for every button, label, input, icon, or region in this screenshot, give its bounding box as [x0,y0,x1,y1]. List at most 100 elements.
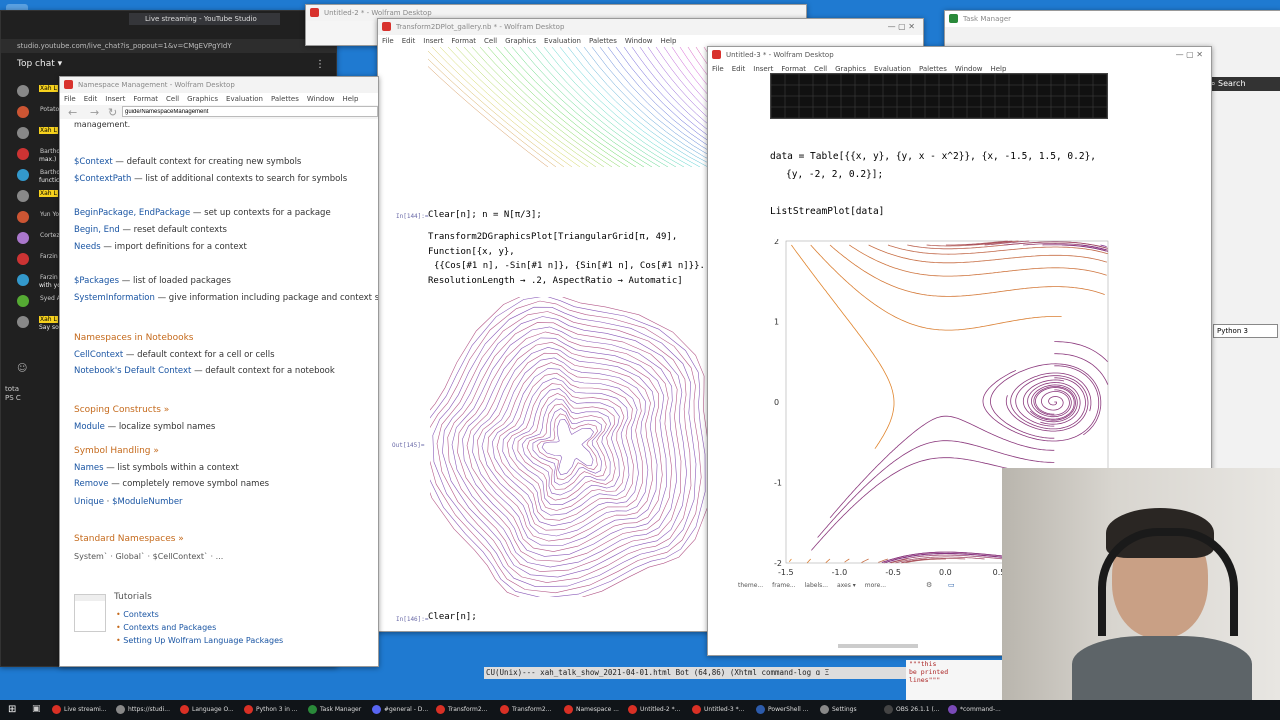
menu-item[interactable]: Format [781,65,806,73]
section-symbol[interactable]: Symbol Handling » [74,446,159,456]
task-view-icon[interactable]: ▣ [32,704,41,714]
tutorial-link[interactable]: Contexts [123,610,159,619]
menu-item[interactable]: Palettes [919,65,947,73]
curve-line [663,47,708,104]
taskbar-item[interactable]: OBS 26.1.1 (... [884,700,946,720]
tutorial-item[interactable]: • Contexts [116,610,283,619]
menu-item[interactable]: Help [660,37,676,45]
start-icon[interactable]: ⊞ [8,704,19,715]
menu-item[interactable]: Graphics [835,65,866,73]
nb-item-link[interactable]: Notebook's Default Context [74,366,191,376]
doc-item-link[interactable]: $Packages [74,276,119,286]
tutorial-item[interactable]: • Contexts and Packages [116,623,283,632]
plot-toolbar-item[interactable]: more... [865,582,886,589]
taskbar-item[interactable]: Untitled-3 *... [692,700,754,720]
taskbar-label: Python 3 in ... [256,706,298,713]
menu-item[interactable]: Evaluation [544,37,581,45]
symbol-item-link[interactable]: Remove [74,479,109,489]
toolbar-chat-icon[interactable]: ▭ [948,581,955,589]
nb-item-link[interactable]: CellContext [74,350,123,360]
menu-item[interactable]: File [382,37,394,45]
taskbar-item[interactable]: Transform2... [500,700,562,720]
menu-item[interactable]: Format [133,95,158,103]
window-controls[interactable]: — ▢ ✕ [888,19,915,35]
doc-search-input[interactable] [122,106,378,117]
menu-item[interactable]: Format [451,37,476,45]
nb-item-desc: — default context for a cell or cells [123,350,275,360]
menu-item[interactable]: Palettes [589,37,617,45]
menu-item[interactable]: Edit [402,37,416,45]
menu-item[interactable]: Cell [484,37,497,45]
search-button[interactable]: ⌕ Search [1207,77,1280,91]
reload-icon[interactable]: ↻ [108,106,117,119]
taskbar-item[interactable]: Untitled-2 *... [628,700,690,720]
menu-item[interactable]: Graphics [187,95,218,103]
taskbar-item[interactable]: Python 3 in ... [244,700,306,720]
taskbar-item[interactable]: Namespace ... [564,700,626,720]
menu-item[interactable]: Insert [105,95,125,103]
doc-item-link[interactable]: SystemInformation [74,293,155,303]
toolbar-gear-icon[interactable]: ⚙ [926,581,932,589]
menu-item[interactable]: Cell [166,95,179,103]
python-tab[interactable]: Python 3 [1213,324,1278,338]
taskbar-item[interactable]: Settings [820,700,882,720]
menu-item[interactable]: Evaluation [226,95,263,103]
taskbar-item[interactable]: https://studi... [116,700,178,720]
plot-toolbar-item[interactable]: axes ▾ [837,582,856,589]
doc-item-desc: — default context for creating new symbo… [112,157,302,167]
taskbar-item[interactable]: Transform2... [436,700,498,720]
menu-item[interactable]: Help [342,95,358,103]
section-scoping[interactable]: Scoping Constructs » [74,405,169,415]
doc-item-link[interactable]: $Context [74,157,113,167]
module-link[interactable]: Module [74,422,105,432]
kebab-menu-icon[interactable]: ⋮ [315,59,325,70]
menu-item[interactable]: Window [307,95,335,103]
menu-item[interactable]: Window [955,65,983,73]
untitled3-controls[interactable]: — ▢ ✕ [1176,47,1203,63]
plot-toolbar-item[interactable]: frame... [772,582,796,589]
menu-item[interactable]: Window [625,37,653,45]
doc-item-link[interactable]: BeginPackage, EndPackage [74,208,190,218]
menu-item[interactable]: Palettes [271,95,299,103]
taskbar-item[interactable]: Live streami... [52,700,114,720]
symbol-item-link[interactable]: Names [74,463,104,473]
taskbar-item[interactable]: PowerShell ... [756,700,818,720]
menu-item[interactable]: Insert [423,37,443,45]
menu-item[interactable]: Insert [753,65,773,73]
section-standard[interactable]: Standard Namespaces » [74,534,184,544]
back-icon[interactable]: ← [68,106,77,119]
menu-item[interactable]: Graphics [505,37,536,45]
module-number-link[interactable]: $ModuleNumber [112,497,182,507]
unique-link[interactable]: Unique [74,497,104,507]
taskbar-label: Transform2... [448,706,488,713]
app-icon [756,705,765,714]
youtube-url-bar[interactable]: studio.youtube.com/live_chat?is_popout=1… [1,39,336,53]
menu-item[interactable]: File [712,65,724,73]
y-tick-label: -1 [774,479,782,488]
top-chat-header[interactable]: Top chat ▾ [17,59,62,69]
tutorial-link[interactable]: Contexts and Packages [123,623,216,632]
menu-item[interactable]: Edit [84,95,98,103]
taskbar-item[interactable]: #general - D... [372,700,434,720]
doc-item-link[interactable]: Begin, End [74,225,120,235]
menu-item[interactable]: Edit [732,65,746,73]
youtube-tab[interactable]: Live streaming - YouTube Studio [129,13,280,25]
doc-item-link[interactable]: Needs [74,242,101,252]
forward-icon[interactable]: → [90,106,99,119]
tutorial-item[interactable]: • Setting Up Wolfram Language Packages [116,636,283,645]
taskbar-item[interactable]: Language O... [180,700,242,720]
section-notebooks[interactable]: Namespaces in Notebooks [74,333,194,343]
menu-item[interactable]: File [64,95,76,103]
u3-scrollbar[interactable] [838,644,918,648]
tutorials-thumbnail[interactable] [74,594,106,632]
tutorial-link[interactable]: Setting Up Wolfram Language Packages [123,636,283,645]
emoji-icon[interactable]: ☺ [17,363,27,374]
taskbar-item[interactable]: *command-... [948,700,1010,720]
taskbar-item[interactable]: Task Manager [308,700,370,720]
menu-item[interactable]: Evaluation [874,65,911,73]
plot-toolbar-item[interactable]: labels... [805,582,828,589]
doc-item-link[interactable]: $ContextPath [74,174,131,184]
menu-item[interactable]: Cell [814,65,827,73]
menu-item[interactable]: Help [990,65,1006,73]
plot-toolbar-item[interactable]: theme... [738,582,763,589]
